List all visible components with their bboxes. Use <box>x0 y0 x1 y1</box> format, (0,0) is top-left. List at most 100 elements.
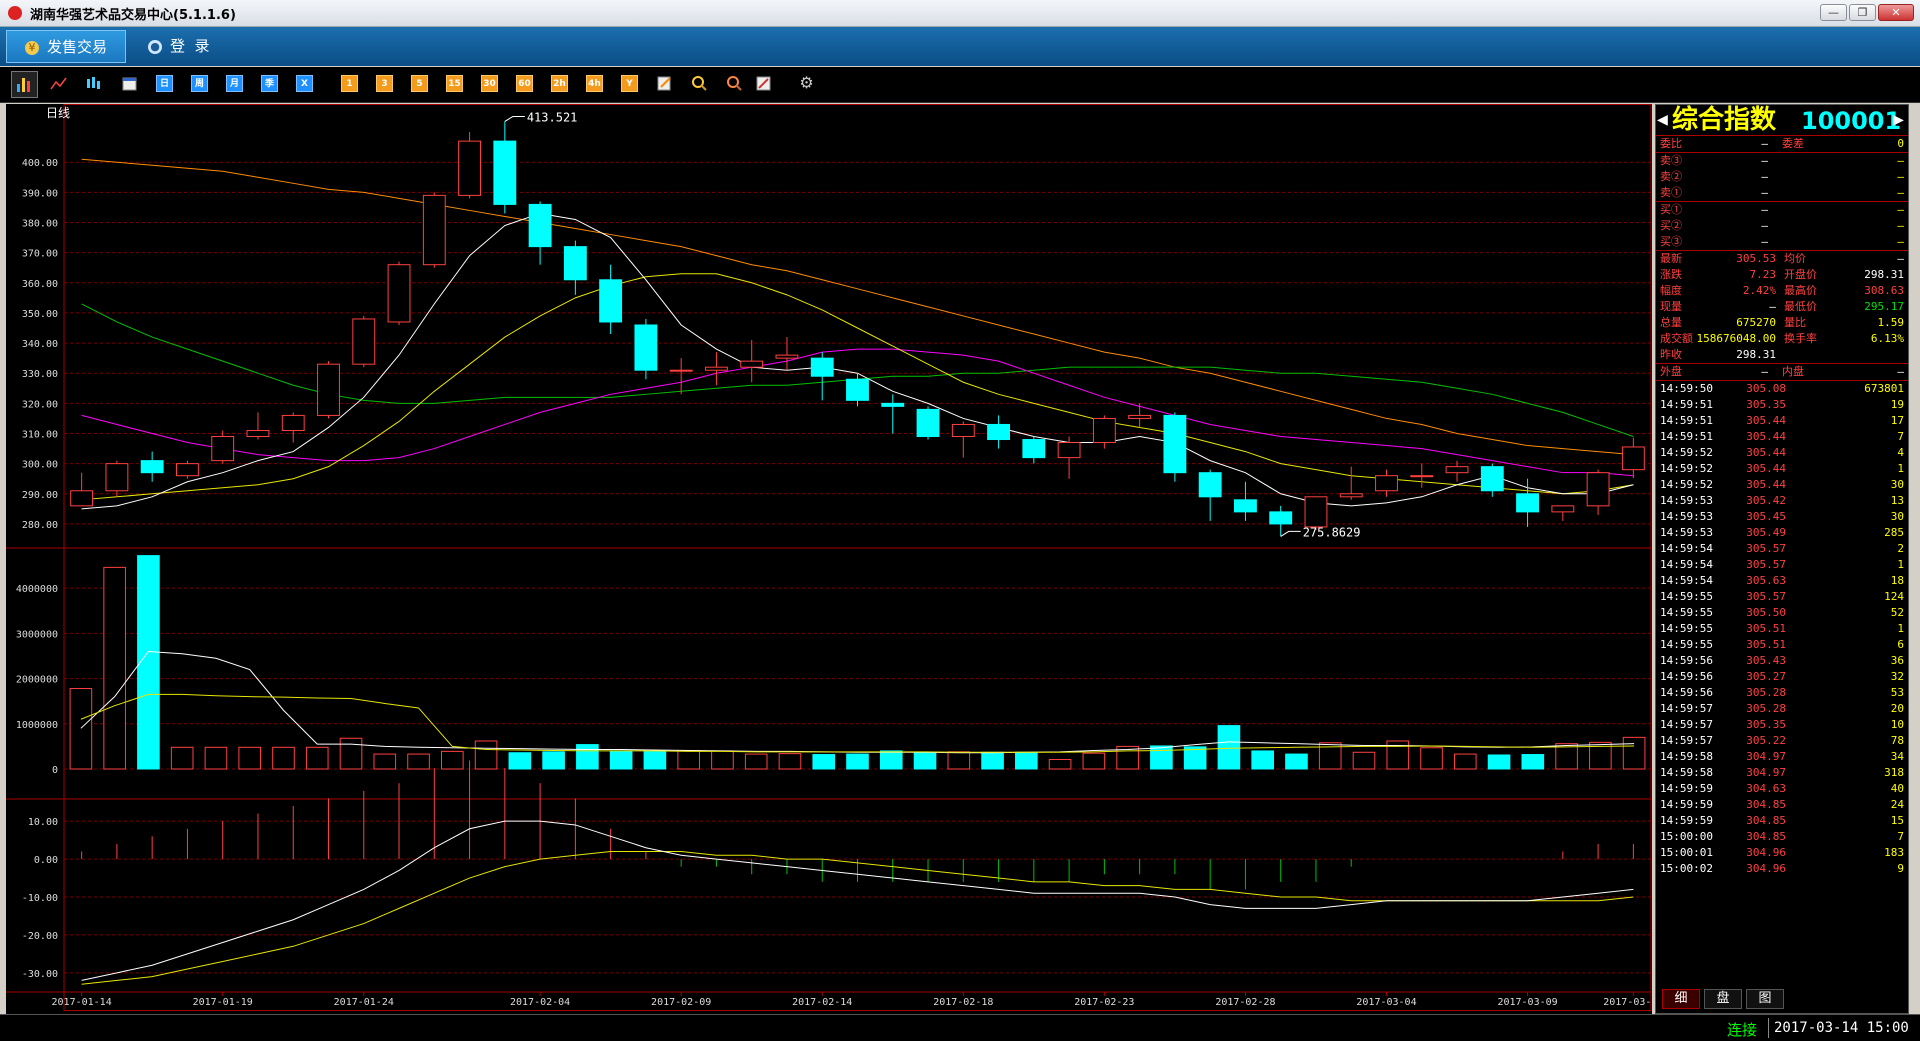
tick-row: 14:59:55 305.51 1 <box>1656 621 1908 637</box>
quote-value-2: — <box>1897 252 1904 265</box>
tick-price: 304.96 <box>1746 862 1786 875</box>
period-day-button[interactable]: 日 <box>156 75 173 92</box>
quote-value: 7.23 <box>1749 268 1777 281</box>
tick-price: 305.57 <box>1746 558 1786 571</box>
buy-volume: — <box>1897 219 1904 232</box>
tick-price: 304.85 <box>1746 798 1786 811</box>
minimize-button[interactable]: — <box>1820 4 1847 21</box>
tick-price: 305.28 <box>1746 702 1786 715</box>
tick-row: 14:59:57 305.35 10 <box>1656 717 1908 733</box>
status-divider <box>1768 1018 1769 1038</box>
tick-time: 15:00:00 <box>1660 830 1713 843</box>
zoom-in-icon[interactable] <box>691 75 708 92</box>
kline-chart[interactable]: 400.00 390.00 380.00 370.00 360.00 350.00 340.… <box>6 104 1652 1014</box>
buy-level-label: 买① <box>1660 203 1682 216</box>
minute-15-button[interactable]: 15 <box>446 75 463 92</box>
tick-price: 305.49 <box>1746 526 1786 539</box>
tick-volume: 1 <box>1897 462 1904 475</box>
line-chart-icon[interactable] <box>50 75 67 92</box>
draw-tool-icon[interactable] <box>755 75 772 92</box>
candle-chart-icon[interactable] <box>85 75 102 92</box>
tick-volume: 4 <box>1897 446 1904 459</box>
price-tick-label: 360.00 <box>22 279 58 290</box>
maximize-button[interactable]: ❐ <box>1849 4 1876 21</box>
outer-inner-row: 外盘 — 内盘 — <box>1656 364 1908 380</box>
zoom-out-icon[interactable] <box>726 75 743 92</box>
tick-time: 14:59:57 <box>1660 702 1713 715</box>
tab-login-label: 登 录 <box>170 37 210 55</box>
tick-price: 305.42 <box>1746 494 1786 507</box>
candle-body <box>317 363 340 416</box>
candle-body <box>1128 414 1152 419</box>
volume-bar <box>744 753 768 770</box>
prev-instrument-icon[interactable]: ◀ <box>1657 109 1668 130</box>
tick-time: 14:59:59 <box>1660 814 1713 827</box>
tick-row: 14:59:59 304.63 40 <box>1656 781 1908 797</box>
tick-price: 305.28 <box>1746 686 1786 699</box>
calendar-icon[interactable] <box>121 75 138 92</box>
candle-body <box>105 463 129 492</box>
tick-price: 304.63 <box>1746 782 1786 795</box>
date-label: 2017-02-23 <box>1074 997 1134 1008</box>
buy-level-row: 买② — — <box>1656 218 1908 234</box>
date-label: 2017-02-14 <box>792 997 852 1008</box>
candle-body <box>246 429 270 438</box>
tick-price: 305.44 <box>1746 478 1786 491</box>
instrument-name: 综合指数 <box>1672 105 1777 135</box>
tick-time: 14:59:52 <box>1660 462 1713 475</box>
volume-bar <box>1048 759 1072 770</box>
minute-3-button[interactable]: 3 <box>376 75 393 92</box>
volume-bar <box>441 750 464 770</box>
tab-detail[interactable]: 细 <box>1662 989 1700 1009</box>
tab-chart[interactable]: 图 <box>1746 989 1784 1009</box>
tick-row: 14:59:54 305.57 2 <box>1656 541 1908 557</box>
period-quarter-button[interactable]: 季 <box>261 75 278 92</box>
year-button[interactable]: Y <box>621 75 638 92</box>
candle-body <box>176 463 199 477</box>
price-tick-label: 340.00 <box>22 339 58 350</box>
period-week-button[interactable]: 周 <box>191 75 208 92</box>
volume-bar <box>846 753 869 770</box>
volume-bar <box>1453 753 1477 770</box>
tick-price: 305.44 <box>1746 446 1786 459</box>
instrument-code: 100001 <box>1801 107 1902 135</box>
tick-row: 14:59:50 305.08 673801 <box>1656 381 1908 397</box>
tab-trade[interactable]: ¥ 发售交易 <box>6 30 126 63</box>
instrument-header: ◀ 综合指数 100001 ▶ <box>1656 105 1908 135</box>
user-icon: ● <box>148 39 162 54</box>
tick-volume: 7 <box>1897 430 1904 443</box>
tick-price: 305.44 <box>1746 462 1786 475</box>
volume-bar <box>711 750 734 770</box>
minute-30-button[interactable]: 30 <box>481 75 498 92</box>
volume-bar <box>1082 752 1106 770</box>
tick-time: 14:59:55 <box>1660 590 1713 603</box>
settings-gear-icon[interactable]: ⚙ <box>798 75 815 92</box>
minute-1-button[interactable]: 1 <box>341 75 358 92</box>
hour-2-button[interactable]: 2h <box>551 75 568 92</box>
tab-login[interactable]: ● 登 录 <box>130 30 240 63</box>
hour-4-button[interactable]: 4h <box>586 75 603 92</box>
buy-price: — <box>1761 235 1768 248</box>
yen-icon: ¥ <box>25 40 39 55</box>
date-label: 2017-01-14 <box>52 997 112 1008</box>
next-instrument-icon[interactable]: ▶ <box>1893 109 1904 130</box>
buy-level-row: 买① — — <box>1656 202 1908 218</box>
tick-price: 305.45 <box>1746 510 1786 523</box>
kline-chart-icon[interactable] <box>11 71 38 98</box>
minute-60-button[interactable]: 60 <box>516 75 533 92</box>
inner-value: — <box>1897 365 1904 378</box>
tick-time: 14:59:54 <box>1660 574 1713 587</box>
edit-icon[interactable] <box>656 75 673 92</box>
period-x-button[interactable]: X <box>296 75 313 92</box>
minute-5-button[interactable]: 5 <box>411 75 428 92</box>
candle-body <box>1375 475 1398 492</box>
tick-volume: 20 <box>1890 702 1904 715</box>
candle-body <box>422 194 446 266</box>
close-button[interactable]: ✕ <box>1878 4 1914 21</box>
period-month-button[interactable]: 月 <box>226 75 243 92</box>
tab-book[interactable]: 盘 <box>1704 989 1742 1009</box>
tick-row: 14:59:53 305.49 285 <box>1656 525 1908 541</box>
tick-volume: 15 <box>1890 814 1904 827</box>
max-price-label: 413.521 <box>527 110 578 124</box>
candle-body <box>1234 499 1257 513</box>
